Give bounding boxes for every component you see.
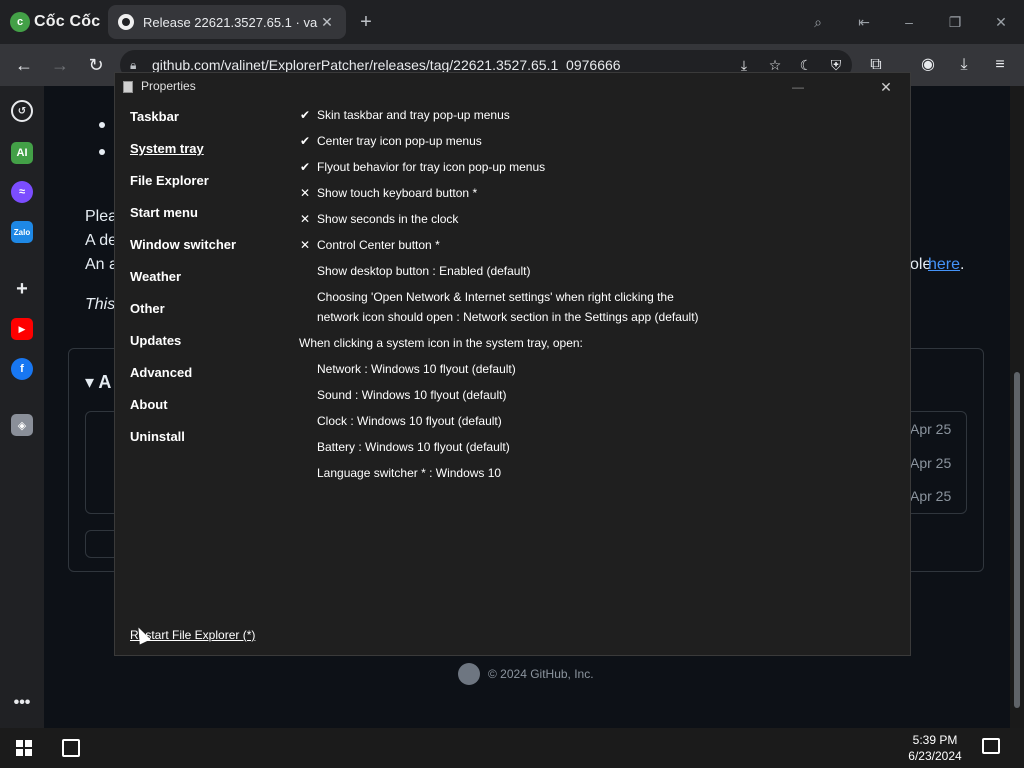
section-heading: When clicking a system icon in the syste… (299, 336, 583, 350)
github-favicon-icon (118, 14, 134, 30)
cross-icon: ✕ (299, 238, 311, 252)
lock-icon[interactable]: 🔒︎ (130, 58, 144, 72)
coccoc-logo-icon: c (10, 12, 30, 32)
list-bullet (99, 149, 105, 155)
downloads-icon[interactable]: ⤓ (952, 53, 976, 77)
option-label[interactable]: Show touch keyboard button * (317, 186, 477, 200)
asset-date: Apr 25 (910, 455, 952, 471)
tab-title: Release 22621.3527.65.1 · valinet (143, 14, 318, 30)
system-clock[interactable]: 5:39 PM 6/23/2024 (880, 732, 990, 764)
here-link[interactable]: here (928, 256, 960, 274)
tray-flyout-option[interactable]: Clock : Windows 10 flyout (default) (317, 414, 502, 428)
close-window-icon[interactable]: ✕ (987, 10, 1015, 34)
tray-flyout-option[interactable]: Language switcher * : Windows 10 (317, 466, 501, 480)
reload-icon[interactable]: ↻ (84, 53, 108, 77)
checkmark-icon: ✔ (299, 108, 311, 122)
menu-hamburger-icon[interactable]: ≡ (988, 53, 1012, 77)
cross-icon: ✕ (299, 186, 311, 200)
facebook-icon[interactable]: f (11, 358, 33, 380)
tray-flyout-option[interactable]: Sound : Windows 10 flyout (default) (317, 388, 506, 402)
asset-date: Apr 25 (910, 421, 952, 437)
dialog-close-icon[interactable]: ✕ (875, 76, 897, 98)
screen: c Cốc Cốc Release 22621.3527.65.1 · vali… (0, 0, 1024, 768)
page-footer: © 2024 GitHub, Inc. (458, 663, 594, 685)
nav-item-start-menu[interactable]: Start menu (130, 205, 198, 220)
active-tab[interactable]: Release 22621.3527.65.1 · valinet ✕ (108, 5, 346, 39)
nav-item-weather[interactable]: Weather (130, 269, 181, 284)
browser-name: Cốc Cốc (34, 13, 101, 30)
page-text: Plea (85, 208, 118, 225)
new-tab-button[interactable]: + (354, 10, 378, 34)
task-view-icon[interactable] (62, 739, 80, 757)
option-label[interactable]: Skin taskbar and tray pop-up menus (317, 108, 510, 122)
tab-search-icon[interactable]: ⌕ (804, 10, 832, 34)
nav-item-uninstall[interactable]: Uninstall (130, 429, 185, 444)
back-tab-icon[interactable]: ⇤ (850, 10, 878, 34)
option-label[interactable]: Choosing 'Open Network & Internet settin… (317, 290, 674, 304)
option-label[interactable]: Center tray icon pop-up menus (317, 134, 482, 148)
option-label[interactable]: Flyout behavior for tray icon pop-up men… (317, 160, 545, 174)
tab-close-icon[interactable]: ✕ (318, 14, 336, 31)
dialog-title-bar[interactable]: Properties — ✕ (115, 73, 910, 101)
nav-item-advanced[interactable]: Advanced (130, 365, 192, 380)
ai-assistant-icon[interactable]: AI (11, 142, 33, 164)
more-apps-icon[interactable]: ••• (11, 692, 33, 714)
cross-icon: ✕ (299, 212, 311, 226)
clock-date: 6/23/2024 (908, 749, 962, 763)
tray-flyout-option[interactable]: Network : Windows 10 flyout (default) (317, 362, 516, 376)
properties-window-icon (123, 81, 133, 93)
checkmark-icon: ✔ (299, 160, 311, 174)
notification-center-icon[interactable] (982, 738, 1000, 754)
browser-tab-bar: c Cốc Cốc Release 22621.3527.65.1 · vali… (0, 0, 1024, 44)
browser-sidebar: ↺ AI ≈ Zalo + ▶ f ◈ ••• (0, 86, 44, 728)
list-bullet (99, 122, 105, 128)
tray-flyout-option[interactable]: Battery : Windows 10 flyout (default) (317, 440, 510, 454)
browser-logo[interactable]: c Cốc Cốc (10, 10, 100, 34)
minimize-window-icon[interactable]: – (895, 10, 923, 34)
nav-item-updates[interactable]: Updates (130, 333, 181, 348)
assets-heading[interactable]: ▾ A (85, 372, 111, 393)
checkmark-icon: ✔ (299, 134, 311, 148)
option-label[interactable]: Show seconds in the clock (317, 212, 458, 226)
properties-dialog: Properties — ✕ Taskbar System tray File Ex… (114, 72, 911, 656)
add-app-icon[interactable]: + (11, 278, 33, 300)
footer-copyright: © 2024 GitHub, Inc. (488, 667, 594, 681)
option-label[interactable]: Show desktop button : Enabled (default) (317, 264, 530, 278)
zalo-icon[interactable]: Zalo (11, 221, 33, 243)
youtube-icon[interactable]: ▶ (11, 318, 33, 340)
page-italic-text: This (85, 296, 116, 313)
messenger-icon[interactable]: ≈ (11, 181, 33, 203)
option-label[interactable]: Control Center button * (317, 238, 440, 252)
clock-time: 5:39 PM (912, 733, 958, 747)
windows-start-icon[interactable] (16, 740, 32, 756)
option-label[interactable]: network icon should open : Network secti… (317, 310, 699, 324)
nav-item-system-tray[interactable]: System tray (130, 141, 204, 156)
back-arrow-icon[interactable]: ← (12, 53, 36, 77)
nav-item-other[interactable]: Other (130, 301, 165, 316)
url-text[interactable]: github.com/valinet/ExplorerPatcher/relea… (152, 57, 621, 73)
nav-item-file-explorer[interactable]: File Explorer (130, 173, 209, 188)
nav-item-window-switcher[interactable]: Window switcher (130, 237, 236, 252)
forward-arrow-icon[interactable]: → (48, 53, 72, 77)
asset-date: Apr 25 (910, 488, 952, 504)
nav-item-about[interactable]: About (130, 397, 168, 412)
github-logo-icon[interactable] (458, 663, 480, 685)
dialog-title: Properties (141, 79, 196, 93)
game-app-icon[interactable]: ◈ (11, 414, 33, 436)
page-text: . (960, 256, 965, 273)
profile-icon[interactable]: ◉ (916, 53, 940, 77)
page-scrollbar[interactable] (1010, 86, 1024, 728)
maximize-window-icon[interactable]: ❐ (941, 10, 969, 34)
dialog-minimize-icon[interactable]: — (787, 76, 809, 98)
scrollbar-thumb[interactable] (1014, 372, 1020, 708)
windows-taskbar: 5:39 PM 6/23/2024 (0, 728, 1024, 768)
history-icon[interactable]: ↺ (11, 100, 33, 122)
page-text: An a (85, 256, 118, 273)
page-text: A de (85, 232, 118, 249)
nav-item-taskbar[interactable]: Taskbar (130, 109, 179, 124)
